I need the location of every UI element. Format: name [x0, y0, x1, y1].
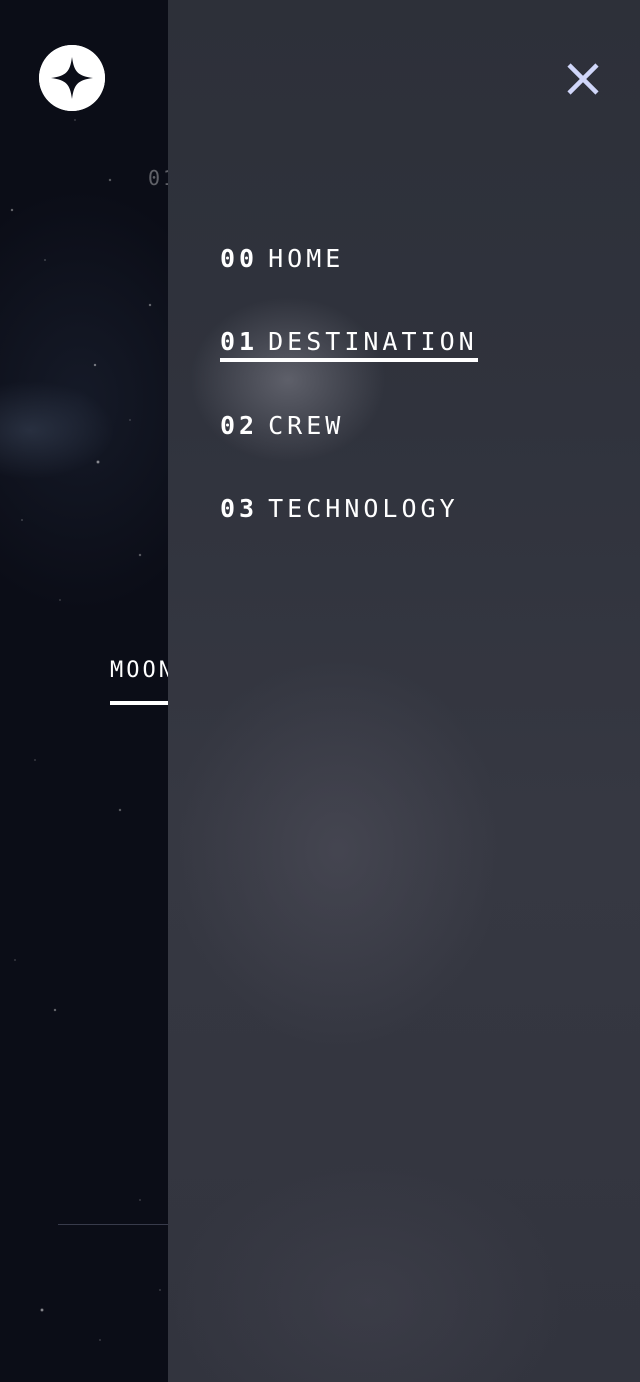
nav-item-label: CREW	[268, 411, 345, 440]
nav-item-label: HOME	[268, 244, 345, 273]
logo-link[interactable]	[39, 45, 105, 111]
nav-item-home[interactable]: 00 HOME	[220, 244, 344, 273]
nav-item-number: 01	[220, 327, 259, 356]
close-icon	[567, 63, 599, 95]
nav-item-destination[interactable]: 01 DESTINATION	[220, 327, 478, 362]
tab-moon[interactable]: MOON	[110, 658, 175, 683]
nav-item-number: 00	[220, 244, 259, 273]
star-logo-icon	[39, 45, 105, 111]
mobile-nav-panel	[168, 0, 640, 1382]
page: 01 MOON See ou before help reg refresh s…	[0, 0, 640, 1382]
nav-item-technology[interactable]: 03 TECHNOLOGY	[220, 494, 459, 523]
nav-item-crew[interactable]: 02 CREW	[220, 411, 344, 440]
nav-item-number: 02	[220, 411, 259, 440]
nav-item-number: 03	[220, 494, 259, 523]
nav-item-label: TECHNOLOGY	[268, 494, 459, 523]
nav-item-label: DESTINATION	[268, 327, 478, 356]
close-menu-button[interactable]	[566, 62, 600, 96]
